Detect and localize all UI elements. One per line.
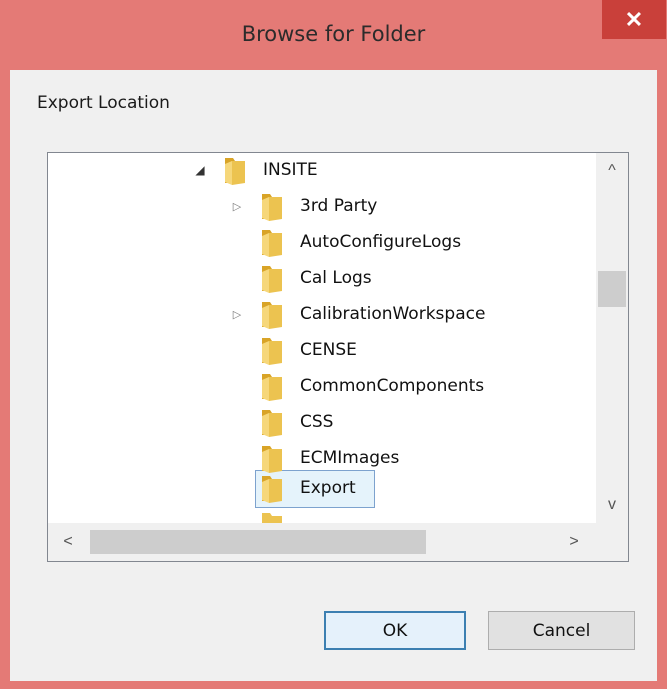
tree-item-calibrationworkspace[interactable]: ▷ CalibrationWorkspace <box>48 297 596 331</box>
tree-item-cal-logs[interactable]: Cal Logs <box>48 261 596 295</box>
scrollbar-corner <box>596 523 628 561</box>
close-button[interactable]: ✕ <box>602 0 666 39</box>
folder-tree[interactable]: ◢ INSITE ▷ 3rd Party AutoConfigureLogs C… <box>47 152 629 562</box>
tree-item-label: CSS <box>300 412 334 432</box>
vertical-scroll-thumb[interactable] <box>598 271 626 307</box>
dialog-client-area: Export Location ◢ INSITE ▷ 3rd Party Aut… <box>10 70 657 681</box>
scroll-down-icon[interactable]: v <box>596 487 628 523</box>
tree-item-insite[interactable]: ◢ INSITE <box>48 153 596 187</box>
folder-icon <box>262 266 282 293</box>
ok-button[interactable]: OK <box>324 611 466 650</box>
tree-item-commoncomponents[interactable]: CommonComponents <box>48 369 596 403</box>
vertical-scrollbar[interactable]: ^ v <box>596 153 628 523</box>
tree-item-label: INSITE <box>263 160 318 180</box>
folder-icon <box>262 374 282 401</box>
tree-item-cense[interactable]: CENSE <box>48 333 596 367</box>
horizontal-scrollbar[interactable]: < > <box>48 523 596 561</box>
title-bar[interactable]: Browse for Folder ✕ <box>0 0 667 70</box>
folder-icon <box>262 230 282 257</box>
collapsed-arrow-icon[interactable]: ▷ <box>230 199 244 213</box>
tree-item-label: 3rd Party <box>300 196 378 216</box>
tree-item-label: Cal Logs <box>300 268 372 288</box>
folder-icon <box>262 513 282 523</box>
scroll-left-icon[interactable]: < <box>48 523 88 561</box>
expanded-arrow-icon[interactable]: ◢ <box>193 163 207 177</box>
close-icon: ✕ <box>624 6 644 32</box>
tree-item-autoconfigurelogs[interactable]: AutoConfigureLogs <box>48 225 596 259</box>
tree-item-label: AutoConfigureLogs <box>300 232 462 252</box>
collapsed-arrow-icon[interactable]: ▷ <box>230 307 244 321</box>
tree-item-label: CENSE <box>300 340 357 360</box>
window-title: Browse for Folder <box>241 22 426 46</box>
tree-item-label: CalibrationWorkspace <box>300 304 486 324</box>
folder-icon <box>262 302 282 329</box>
scroll-up-icon[interactable]: ^ <box>596 153 628 189</box>
tree-item-label: Export <box>300 478 356 498</box>
tree-item-label: CommonComponents <box>300 376 485 396</box>
tree-item-css[interactable]: CSS <box>48 405 596 439</box>
folder-icon <box>262 410 282 437</box>
tree-item-export[interactable]: Export <box>48 471 596 505</box>
folder-icon <box>262 194 282 221</box>
folder-icon <box>262 476 282 503</box>
tree-item-ecmimages[interactable]: ECMImages <box>48 441 596 475</box>
folder-icon <box>225 158 245 185</box>
folder-icon <box>262 338 282 365</box>
scroll-right-icon[interactable]: > <box>554 523 594 561</box>
horizontal-scroll-thumb[interactable] <box>90 530 426 554</box>
cancel-button[interactable]: Cancel <box>488 611 635 650</box>
browse-for-folder-window: Browse for Folder ✕ Export Location ◢ IN… <box>0 0 667 689</box>
tree-item-label: ECMImages <box>300 448 400 468</box>
folder-icon <box>262 446 282 473</box>
tree-item-3rd-party[interactable]: ▷ 3rd Party <box>48 189 596 223</box>
dialog-description: Export Location <box>37 93 170 113</box>
